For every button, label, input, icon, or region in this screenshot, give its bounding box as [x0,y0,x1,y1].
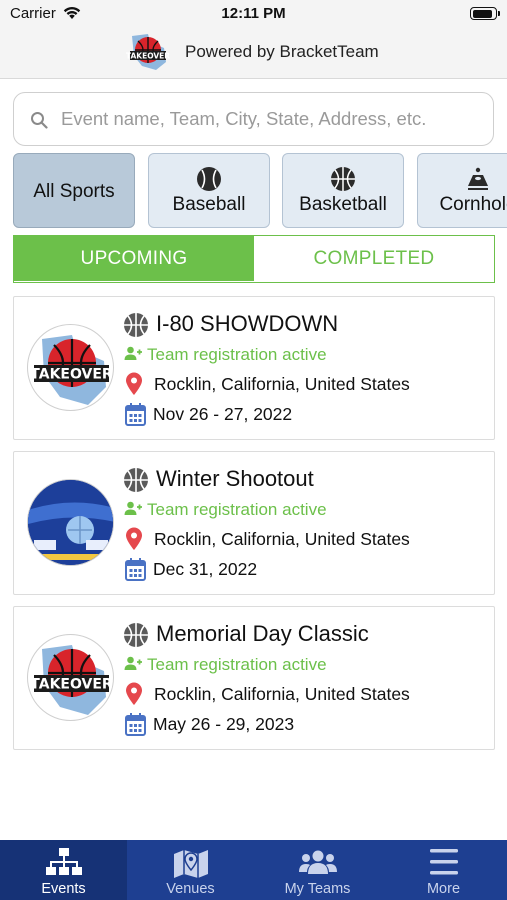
sport-chip-label: Cornhole [439,194,507,215]
location-pin-icon [126,372,142,395]
clock-label: 12:11 PM [221,5,286,22]
bottom-tab-bar: Events Venues My Teams More [0,840,507,900]
event-location: Rocklin, California, United States [154,374,410,394]
event-card[interactable]: TAKEOVER I-80 SHOWDOWN Team registration… [13,296,495,440]
group-icon [298,850,337,874]
calendar-icon [125,713,146,736]
event-location: Rocklin, California, United States [154,684,410,704]
search-box[interactable] [13,92,494,146]
svg-text:TAKEOVER: TAKEOVER [30,367,113,383]
tab-label: Events [41,881,86,897]
status-bar: Carrier 12:11 PM [0,0,507,30]
sport-chip-label: Baseball [172,194,246,215]
svg-text:TAKEOVER: TAKEOVER [30,677,113,693]
basketball-icon [124,313,148,337]
tab-events[interactable]: Events [0,840,127,900]
basketball-icon [331,167,355,191]
takeover-logo-icon: TAKEOVER [126,34,170,70]
baseball-icon [197,167,221,191]
screen: Carrier 12:11 PM TAKEOVER Powered by Bra… [0,0,507,900]
add-user-icon [124,501,142,515]
sport-chip-label: All Sports [33,181,115,202]
location-pin-icon [126,682,142,705]
tab-label: More [426,881,461,897]
event-dates: May 26 - 29, 2023 [153,714,295,734]
svg-text:TAKEOVER: TAKEOVER [126,52,170,61]
event-logo: TAKEOVER [27,634,114,721]
header-title: Powered by BracketTeam [185,42,379,61]
takeover-logo-icon: TAKEOVER [30,645,113,715]
basketball-icon [124,468,148,492]
takeover-logo-icon: TAKEOVER [30,335,113,405]
map-icon [173,850,208,878]
event-card[interactable]: TAKEOVER Memorial Day Classic Team regis… [13,606,495,750]
calendar-icon [125,403,146,426]
tab-upcoming[interactable]: UPCOMING [14,236,254,281]
cornhole-icon [468,167,488,190]
event-status-toggle: UPCOMING COMPLETED [13,235,495,283]
registration-status: Team registration active [147,500,327,519]
app-header: TAKEOVER Powered by BracketTeam [0,30,507,79]
sport-chip-all-sports[interactable]: All Sports [13,153,135,228]
basketball-icon [124,623,148,647]
event-dates: Dec 31, 2022 [153,559,258,579]
sport-chip-basketball[interactable]: Basketball [282,153,404,228]
add-user-icon [124,346,142,360]
winter-shootout-logo-icon [28,480,113,565]
tab-completed[interactable]: COMPLETED [254,236,494,281]
calendar-icon [125,558,146,581]
location-pin-icon [126,527,142,550]
tab-more[interactable]: More [380,840,507,900]
tab-label: My Teams [284,881,351,897]
event-location: Rocklin, California, United States [154,529,410,549]
menu-icon [429,849,458,875]
bracket-icon [45,848,82,875]
sport-chip-baseball[interactable]: Baseball [148,153,270,228]
sport-chip-label: Basketball [299,194,387,215]
registration-status: Team registration active [147,655,327,674]
event-title: I-80 SHOWDOWN [156,311,339,336]
battery-icon [470,7,500,20]
event-logo: TAKEOVER [27,324,114,411]
sport-filter-row: All Sports Baseball Basketball Cornhol [13,153,507,229]
add-user-icon [124,656,142,670]
search-icon [31,112,48,129]
tab-my-teams[interactable]: My Teams [254,840,381,900]
registration-status: Team registration active [147,345,327,364]
search-input[interactable] [61,104,481,134]
sport-chip-cornhole[interactable]: Cornhole [417,153,507,228]
event-title: Memorial Day Classic [156,621,369,646]
tab-label: Venues [166,881,215,897]
event-card[interactable]: Winter Shootout Team registration active… [13,451,495,595]
tab-venues[interactable]: Venues [127,840,254,900]
event-dates: Nov 26 - 27, 2022 [153,404,293,424]
event-title: Winter Shootout [156,466,314,491]
event-logo [27,479,114,566]
